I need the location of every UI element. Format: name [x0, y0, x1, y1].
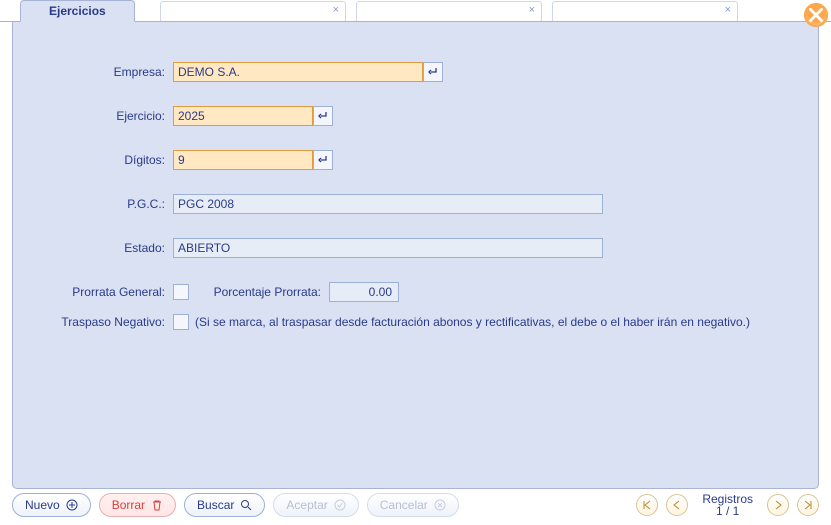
close-icon[interactable]: × — [529, 4, 535, 16]
button-label: Aceptar — [286, 498, 327, 512]
digitos-field[interactable] — [173, 150, 313, 170]
button-label: Cancelar — [380, 498, 428, 512]
return-icon — [318, 155, 328, 165]
first-record-button[interactable] — [636, 494, 658, 516]
label-porcentaje-prorrata: Porcentaje Prorrata: — [189, 285, 329, 299]
tab-ejercicios[interactable]: Ejercicios — [20, 0, 135, 22]
form-panel: Empresa: Ejercicio: Dígitos: P.G.C.: — [12, 22, 819, 489]
record-counter: Registros 1 / 1 — [702, 493, 753, 517]
toolbar: Nuevo Borrar Buscar Aceptar Cancelar Reg… — [12, 490, 819, 520]
registros-count: 1 / 1 — [702, 505, 753, 517]
helper-traspaso: (Si se marca, al traspasar desde factura… — [195, 315, 750, 329]
estado-field[interactable] — [173, 238, 603, 258]
ghost-tab-1[interactable]: × — [160, 1, 346, 21]
next-record-button[interactable] — [767, 494, 789, 516]
prorrata-general-checkbox[interactable] — [173, 284, 189, 300]
cancel-icon — [434, 499, 446, 511]
label-digitos: Dígitos: — [43, 153, 173, 167]
last-record-button[interactable] — [797, 494, 819, 516]
traspaso-negativo-checkbox[interactable] — [173, 314, 189, 330]
lookup-digitos-button[interactable] — [313, 150, 333, 170]
prev-record-button[interactable] — [666, 494, 688, 516]
close-icon[interactable]: × — [333, 4, 339, 16]
lookup-ejercicio-button[interactable] — [313, 106, 333, 126]
label-ejercicio: Ejercicio: — [43, 109, 173, 123]
ghost-tab-3[interactable]: × — [552, 1, 738, 21]
borrar-button[interactable]: Borrar — [99, 493, 176, 517]
label-traspaso-negativo: Traspaso Negativo: — [43, 315, 173, 329]
plus-icon — [66, 499, 78, 511]
lookup-empresa-button[interactable] — [423, 62, 443, 82]
ejercicio-field[interactable] — [173, 106, 313, 126]
close-icon — [809, 8, 823, 22]
pgc-field[interactable] — [173, 194, 603, 214]
return-icon — [428, 67, 438, 77]
nuevo-button[interactable]: Nuevo — [12, 493, 91, 517]
buscar-button[interactable]: Buscar — [184, 493, 265, 517]
search-icon — [240, 499, 252, 511]
empresa-field[interactable] — [173, 62, 423, 82]
chevron-right-icon — [773, 500, 783, 510]
tab-label: Ejercicios — [49, 4, 106, 18]
aceptar-button[interactable]: Aceptar — [273, 493, 358, 517]
last-page-icon — [803, 500, 813, 510]
label-empresa: Empresa: — [43, 65, 173, 79]
first-page-icon — [642, 500, 652, 510]
tab-bar: × × × Ejercicios — [0, 0, 831, 22]
button-label: Borrar — [112, 498, 145, 512]
return-icon — [318, 111, 328, 121]
close-icon[interactable]: × — [725, 4, 731, 16]
check-icon — [334, 499, 346, 511]
porcentaje-prorrata-field[interactable] — [329, 282, 399, 302]
label-pgc: P.G.C.: — [43, 197, 173, 211]
trash-icon — [151, 499, 163, 511]
close-button[interactable] — [804, 3, 828, 27]
chevron-left-icon — [672, 500, 682, 510]
button-label: Buscar — [197, 498, 234, 512]
button-label: Nuevo — [25, 498, 60, 512]
label-prorrata-general: Prorrata General: — [43, 285, 173, 299]
ghost-tab-2[interactable]: × — [356, 1, 542, 21]
label-estado: Estado: — [43, 241, 173, 255]
cancelar-button[interactable]: Cancelar — [367, 493, 459, 517]
